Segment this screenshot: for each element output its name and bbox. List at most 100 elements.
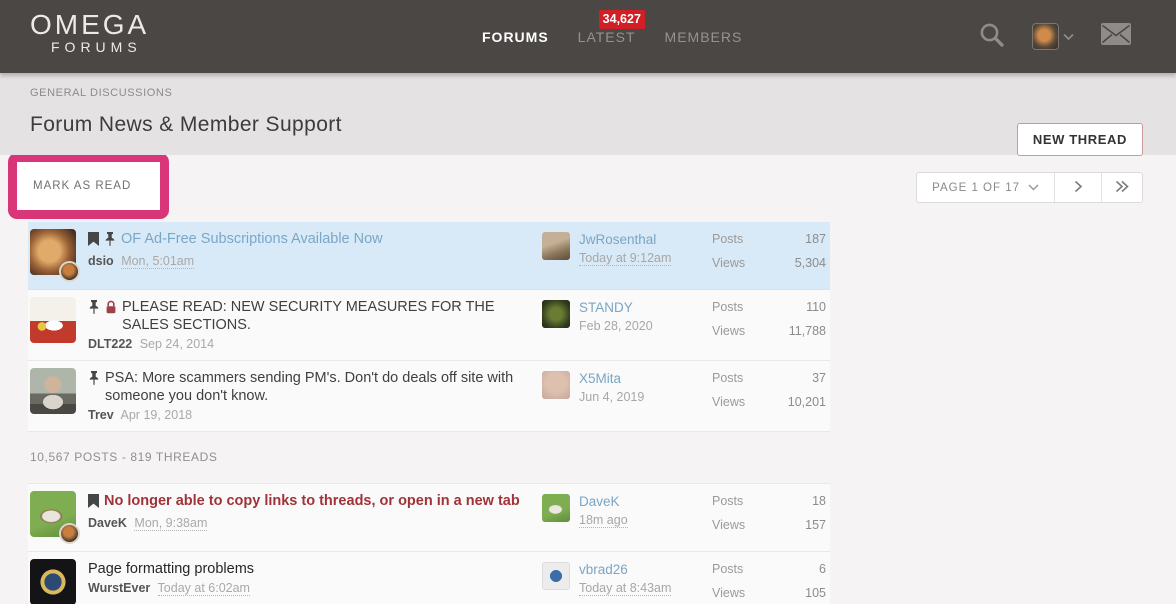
thread-row[interactable]: PLEASE READ: NEW SECURITY MEASURES FOR T…	[28, 290, 830, 361]
nav-forums[interactable]: FORUMS	[482, 29, 549, 45]
breadcrumb[interactable]: GENERAL DISCUSSIONS	[0, 73, 172, 99]
views-count: 11,788	[789, 324, 826, 338]
search-icon[interactable]	[978, 21, 1005, 53]
page-select-dropdown[interactable]: PAGE 1 OF 17	[917, 173, 1054, 202]
thread-list: OF Ad-Free Subscriptions Available Now d…	[28, 222, 830, 604]
views-label: Views	[712, 586, 745, 600]
posts-label: Posts	[712, 494, 743, 508]
posts-count: 37	[812, 371, 826, 385]
thread-start-time: Apr 19, 2018	[121, 408, 193, 422]
bookmark-icon	[88, 232, 99, 251]
last-poster-avatar[interactable]	[542, 562, 570, 590]
page-header-band: GENERAL DISCUSSIONS Forum News & Member …	[0, 73, 1176, 155]
forum-page: OMEGA FORUMS FORUMS LATEST 34,627 MEMBER…	[0, 0, 1176, 604]
user-avatar	[1032, 23, 1059, 50]
views-label: Views	[712, 395, 745, 409]
thread-starter-avatar[interactable]	[30, 368, 76, 414]
thread-start-time: Mon, 9:38am	[134, 516, 207, 531]
double-chevron-right-icon	[1115, 180, 1129, 196]
last-post-time: Jun 4, 2019	[579, 390, 644, 404]
last-poster-avatar[interactable]	[542, 232, 570, 260]
thread-title[interactable]: Page formatting problems	[88, 560, 254, 578]
thread-starter-avatar[interactable]	[30, 559, 76, 604]
pin-icon	[88, 371, 100, 390]
posts-label: Posts	[712, 562, 743, 576]
views-label: Views	[712, 324, 745, 338]
latest-count-badge: 34,627	[599, 10, 645, 29]
thread-starter[interactable]: dsio	[88, 254, 114, 268]
messages-icon[interactable]	[1101, 23, 1131, 50]
last-post-time: 18m ago	[579, 513, 628, 528]
last-poster-name[interactable]: DaveK	[579, 494, 620, 509]
last-poster-name[interactable]: JwRosenthal	[579, 232, 656, 247]
posts-label: Posts	[712, 300, 743, 314]
annotation-highlight-box: MARK AS READ	[8, 155, 169, 219]
bookmark-icon	[88, 494, 99, 513]
thread-start-time: Mon, 5:01am	[121, 254, 194, 269]
thread-starter[interactable]: WurstEver	[88, 581, 150, 595]
last-poster-avatar[interactable]	[542, 300, 570, 328]
chevron-down-icon	[1028, 182, 1039, 194]
lock-icon	[105, 300, 117, 319]
thread-title[interactable]: PLEASE READ: NEW SECURITY MEASURES FOR T…	[122, 298, 542, 334]
last-poster-mini-avatar[interactable]	[59, 261, 80, 282]
thread-row[interactable]: Page formatting problems WurstEver Today…	[28, 552, 830, 604]
views-count: 5,304	[795, 256, 826, 270]
views-count: 10,201	[788, 395, 826, 409]
main-nav: FORUMS LATEST 34,627 MEMBERS	[482, 0, 742, 73]
last-poster-mini-avatar[interactable]	[59, 523, 80, 544]
thread-starter[interactable]: DLT222	[88, 337, 132, 351]
new-thread-button[interactable]: NEW THREAD	[1017, 123, 1143, 156]
thread-starter-avatar[interactable]	[30, 297, 76, 343]
thread-title[interactable]: No longer able to copy links to threads,…	[104, 492, 520, 510]
thread-title[interactable]: OF Ad-Free Subscriptions Available Now	[121, 230, 383, 248]
site-header: OMEGA FORUMS FORUMS LATEST 34,627 MEMBER…	[0, 0, 1176, 73]
views-label: Views	[712, 256, 745, 270]
last-poster-avatar[interactable]	[542, 494, 570, 522]
pin-icon	[88, 300, 100, 319]
page-select-label: PAGE 1 OF 17	[932, 182, 1020, 194]
thread-row[interactable]: PSA: More scammers sending PM's. Don't d…	[28, 361, 830, 432]
last-poster-avatar[interactable]	[542, 371, 570, 399]
thread-start-time: Today at 6:02am	[158, 581, 250, 596]
main-content: MARK AS READ PAGE 1 OF 17	[0, 155, 1176, 604]
views-label: Views	[712, 518, 745, 532]
pagination: PAGE 1 OF 17	[916, 172, 1143, 203]
thread-start-time: Sep 24, 2014	[140, 337, 214, 351]
logo-line2: FORUMS	[51, 39, 149, 55]
views-count: 157	[805, 518, 826, 532]
account-menu[interactable]	[1032, 23, 1074, 50]
next-page-button[interactable]	[1054, 173, 1101, 202]
thread-starter[interactable]: Trev	[88, 408, 114, 422]
last-poster-name[interactable]: X5Mita	[579, 371, 621, 386]
logo-line1: OMEGA	[30, 10, 149, 40]
chevron-right-icon	[1074, 180, 1083, 196]
last-post-time: Today at 9:12am	[579, 251, 671, 266]
posts-count: 110	[806, 300, 826, 314]
last-post-time: Today at 8:43am	[579, 581, 671, 596]
thread-title[interactable]: PSA: More scammers sending PM's. Don't d…	[105, 369, 542, 405]
nav-latest[interactable]: LATEST 34,627	[578, 29, 636, 45]
last-poster-name[interactable]: vbrad26	[579, 562, 628, 577]
posts-count: 187	[805, 232, 826, 246]
posts-label: Posts	[712, 371, 743, 385]
posts-label: Posts	[712, 232, 743, 246]
nav-latest-label: LATEST	[578, 29, 636, 45]
posts-count: 18	[812, 494, 826, 508]
header-actions	[978, 0, 1131, 73]
last-post-time: Feb 28, 2020	[579, 319, 653, 333]
last-page-button[interactable]	[1101, 173, 1142, 202]
posts-count: 6	[819, 562, 826, 576]
nav-members[interactable]: MEMBERS	[665, 29, 743, 45]
chevron-down-icon	[1063, 28, 1074, 46]
views-count: 105	[805, 586, 826, 600]
thread-starter[interactable]: DaveK	[88, 516, 127, 530]
forum-stats: 10,567 POSTS - 819 THREADS	[28, 432, 830, 484]
thread-row[interactable]: OF Ad-Free Subscriptions Available Now d…	[28, 222, 830, 290]
site-logo[interactable]: OMEGA FORUMS	[30, 10, 149, 55]
mark-as-read-button[interactable]: MARK AS READ	[17, 180, 131, 192]
thread-row[interactable]: No longer able to copy links to threads,…	[28, 484, 830, 552]
last-poster-name[interactable]: STANDY	[579, 300, 633, 315]
pin-icon	[104, 232, 116, 251]
page-title: Forum News & Member Support	[30, 113, 342, 137]
